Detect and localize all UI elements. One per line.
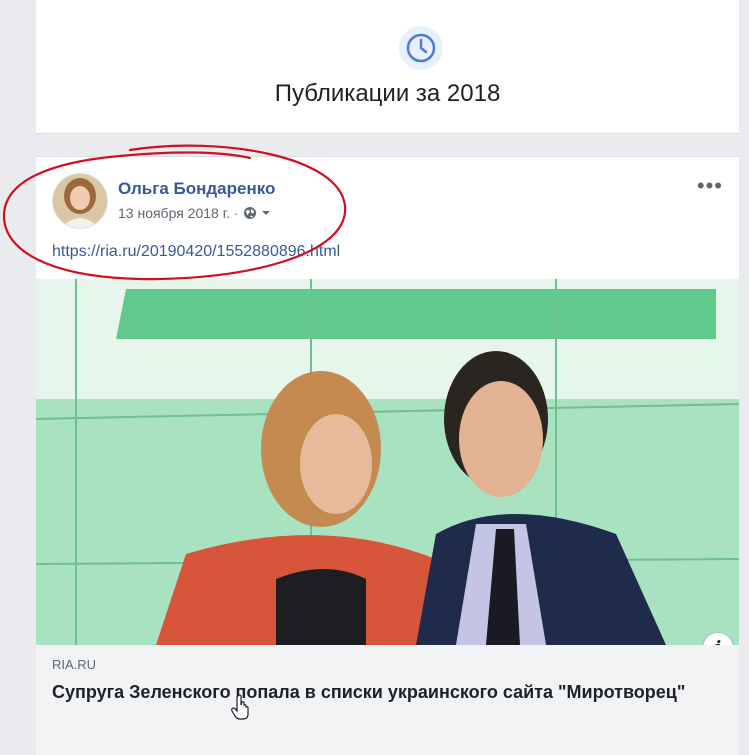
post-author-name[interactable]: Ольга Бондаренко [118,179,275,199]
globe-icon[interactable] [243,206,257,220]
post-meta: 13 ноября 2018 г. · [118,205,271,221]
link-source: RIA.RU [52,657,97,672]
post-link[interactable]: https://ria.ru/20190420/1552880896.html [52,243,340,261]
link-preview-image[interactable] [36,279,739,645]
post-date[interactable]: 13 ноября 2018 г. · [118,205,239,221]
year-section-card: Публикации за 2018 [36,0,739,134]
hand-cursor-icon [231,694,249,720]
profile-page: Публикации за 2018 Ольга Бондаренко 13 н… [0,0,749,755]
more-options-icon[interactable]: ••• [697,175,723,197]
chevron-down-icon[interactable] [261,209,271,217]
link-headline[interactable]: Супруга Зеленского попала в списки украи… [52,679,722,705]
year-section-title: Публикации за 2018 [274,80,501,107]
link-preview-footer[interactable]: RIA.RU Супруга Зеленского попала в списк… [36,645,739,755]
avatar[interactable] [52,173,108,229]
post-card: Ольга Бондаренко 13 ноября 2018 г. · •••… [36,156,739,755]
clock-icon [399,26,443,70]
